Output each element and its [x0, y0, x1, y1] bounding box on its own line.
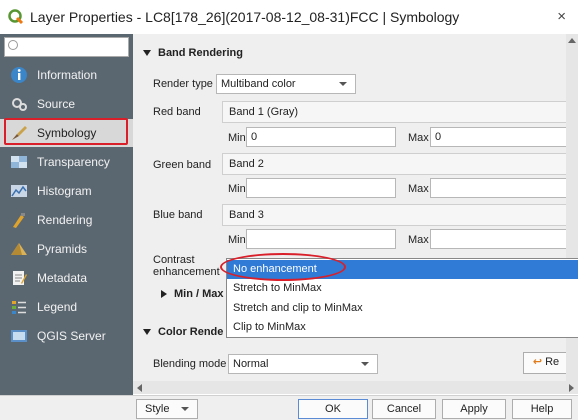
style-menu-button[interactable]: Style — [136, 399, 198, 419]
reset-button[interactable]: ↩ Re — [523, 352, 569, 374]
sidebar-item-label: Pyramids — [37, 242, 88, 256]
blending-mode-value: Normal — [233, 358, 269, 370]
blue-min-label: Min — [228, 234, 246, 246]
cancel-button[interactable]: Cancel — [372, 399, 436, 419]
chevron-down-icon — [181, 407, 189, 411]
histogram-icon — [11, 185, 27, 197]
red-min-value: 0 — [251, 131, 258, 143]
sidebar-item-transparency[interactable]: Transparency — [0, 148, 133, 176]
dropdown-option-stretch-clip-minmax[interactable]: Stretch and clip to MinMax — [227, 299, 578, 318]
metadata-icon — [13, 271, 27, 285]
apply-button[interactable]: Apply — [442, 399, 506, 419]
blue-band-label: Blue band — [153, 209, 203, 221]
green-max-label: Max — [408, 183, 429, 195]
green-min-label: Min — [228, 183, 246, 195]
render-type-label: Render type — [153, 78, 213, 90]
dropdown-option-stretch-minmax[interactable]: Stretch to MinMax — [227, 279, 578, 298]
sidebar-item-label: Transparency — [37, 155, 110, 169]
red-band-label: Red band — [153, 106, 201, 118]
sidebar-item-qgis-server[interactable]: QGIS Server — [0, 322, 133, 350]
color-rendering-header[interactable]: Color Rende — [143, 326, 223, 338]
green-band-label: Green band — [153, 159, 212, 171]
window-title: Layer Properties - LC8[178_26](2017-08-1… — [30, 9, 460, 25]
no-enhancement-highlight-annotation — [220, 253, 346, 281]
rendering-icon — [13, 213, 25, 228]
chevron-down-icon — [339, 82, 347, 86]
legend-icon — [12, 301, 26, 314]
sidebar-item-pyramids[interactable]: Pyramids — [0, 235, 133, 263]
sidebar-item-label: Histogram — [37, 184, 92, 198]
contrast-label-line1: Contrast — [153, 254, 195, 266]
ok-button[interactable]: OK — [298, 399, 368, 419]
green-max-input[interactable] — [430, 178, 578, 198]
blue-max-label: Max — [408, 234, 429, 246]
expand-arrow-icon — [161, 290, 167, 298]
sidebar-item-source[interactable]: Source — [0, 90, 133, 118]
transparency-icon — [11, 156, 27, 168]
sidebar-item-label: QGIS Server — [37, 329, 106, 343]
green-min-input[interactable] — [246, 178, 396, 198]
contrast-label-line2: enhancement — [153, 266, 220, 278]
sidebar-item-label: Information — [37, 68, 98, 82]
information-icon — [11, 67, 27, 83]
render-type-value: Multiband color — [221, 78, 296, 90]
help-button[interactable]: Help — [512, 399, 572, 419]
red-band-value: Band 1 (Gray) — [229, 106, 299, 118]
pyramids-icon — [11, 243, 27, 255]
red-max-value: 0 — [435, 131, 442, 143]
reset-button-label: Re — [545, 356, 560, 368]
blue-band-value: Band 3 — [229, 209, 264, 221]
dialog-button-bar: Style OK Cancel Apply Help — [0, 395, 578, 420]
red-max-label: Max — [408, 132, 429, 144]
sidebar-item-legend[interactable]: Legend — [0, 293, 133, 321]
collapse-arrow-icon — [143, 50, 151, 56]
red-min-label: Min — [228, 132, 246, 144]
scroll-left-icon — [137, 384, 142, 392]
render-type-select[interactable]: Multiband color — [216, 74, 356, 94]
qgis-logo-icon — [8, 9, 24, 25]
blending-mode-label: Blending mode — [153, 358, 227, 370]
green-band-select[interactable]: Band 2 — [222, 153, 578, 175]
sidebar: Information Source Symbology Transparenc… — [0, 34, 133, 397]
dropdown-option-clip-minmax[interactable]: Clip to MinMax — [227, 318, 578, 337]
band-rendering-header[interactable]: Band Rendering — [143, 47, 243, 59]
sidebar-item-label: Source — [37, 97, 76, 111]
symbology-highlight-annotation — [4, 118, 128, 145]
scroll-up-icon — [568, 38, 576, 43]
title-bar: Layer Properties - LC8[178_26](2017-08-1… — [0, 0, 578, 34]
sidebar-item-label: Metadata — [37, 271, 88, 285]
scroll-right-icon — [569, 384, 574, 392]
blue-min-input[interactable] — [246, 229, 396, 249]
chevron-down-icon — [361, 362, 369, 366]
sidebar-item-histogram[interactable]: Histogram — [0, 177, 133, 205]
sidebar-item-information[interactable]: Information — [0, 61, 133, 89]
collapse-arrow-icon — [143, 329, 151, 335]
sidebar-item-label: Rendering — [37, 213, 93, 227]
sidebar-search-input[interactable] — [4, 37, 129, 57]
source-icon — [12, 98, 27, 111]
search-icon — [8, 40, 18, 50]
sidebar-item-rendering[interactable]: Rendering — [0, 206, 133, 234]
minmax-title: Min / Max — [174, 288, 224, 300]
close-button[interactable]: × — [557, 8, 566, 25]
band-rendering-title: Band Rendering — [158, 47, 243, 59]
sidebar-item-label: Legend — [37, 300, 78, 314]
blue-max-input[interactable] — [430, 229, 578, 249]
green-band-value: Band 2 — [229, 158, 264, 170]
blue-band-select[interactable]: Band 3 — [222, 204, 578, 226]
color-rendering-title: Color Rende — [158, 326, 224, 338]
qgis-server-icon — [11, 330, 27, 342]
blending-mode-select[interactable]: Normal — [228, 354, 378, 374]
minmax-header[interactable]: Min / Max — [161, 288, 224, 300]
red-band-select[interactable]: Band 1 (Gray) — [222, 101, 578, 123]
sidebar-item-metadata[interactable]: Metadata — [0, 264, 133, 292]
style-button-label: Style — [145, 403, 170, 415]
red-min-input[interactable]: 0 — [246, 127, 396, 147]
horizontal-scrollbar[interactable] — [133, 381, 578, 394]
red-max-input[interactable]: 0 — [430, 127, 578, 147]
reset-icon: ↩ — [532, 356, 543, 368]
